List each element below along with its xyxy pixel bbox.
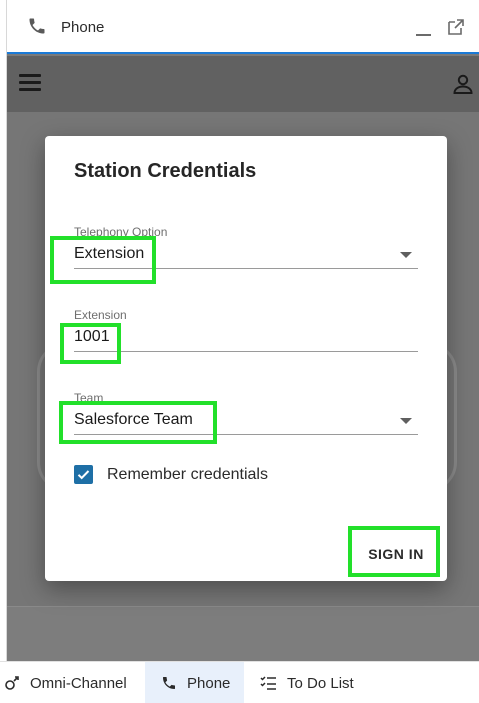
screen: Phone Station Credentials Telephony Opti…	[0, 0, 479, 703]
remember-credentials-checkbox[interactable]	[74, 465, 93, 484]
remember-credentials-row[interactable]: Remember credentials	[74, 465, 268, 484]
dropdown-caret-icon	[400, 418, 412, 424]
popout-icon[interactable]	[447, 18, 465, 36]
utility-item-to-do-list[interactable]: To Do List	[260, 662, 380, 703]
utility-item-omni-channel[interactable]: Omni-Channel	[0, 662, 144, 703]
phone-icon	[27, 16, 47, 36]
utility-item-phone[interactable]: Phone	[145, 662, 244, 703]
remember-credentials-label: Remember credentials	[107, 465, 268, 483]
team-field: Team Salesforce Team	[74, 391, 418, 435]
team-select[interactable]: Salesforce Team	[74, 405, 418, 435]
minimize-icon[interactable]	[415, 22, 433, 36]
omni-channel-icon	[5, 676, 19, 690]
utility-bar: Omni-Channel Phone To Do List	[0, 661, 479, 703]
extension-value: 1001	[74, 328, 110, 345]
hamburger-menu-icon[interactable]	[19, 73, 41, 93]
extension-label: Extension	[74, 308, 127, 322]
todo-list-icon	[260, 676, 276, 690]
panel-header: Phone	[7, 0, 479, 54]
app-bar	[7, 56, 479, 112]
telephony-option-select[interactable]: Extension	[74, 239, 418, 269]
utility-item-label: Phone	[187, 674, 231, 692]
telephony-option-label: Telephony Option	[74, 225, 168, 239]
sign-in-button[interactable]: SIGN IN	[357, 542, 435, 566]
utility-item-label: Omni-Channel	[30, 674, 127, 692]
extension-input[interactable]: 1001	[74, 322, 418, 352]
team-label: Team	[74, 391, 104, 405]
team-value: Salesforce Team	[74, 411, 193, 428]
panel-title: Phone	[61, 19, 105, 36]
telephony-option-field: Telephony Option Extension	[74, 225, 418, 269]
telephony-option-value: Extension	[74, 245, 145, 262]
dialog-title: Station Credentials	[74, 160, 257, 182]
extension-field: Extension 1001	[74, 308, 418, 352]
utility-item-label: To Do List	[287, 674, 354, 692]
app-footer	[7, 606, 479, 661]
station-credentials-dialog: Station Credentials Telephony Option Ext…	[45, 136, 447, 581]
phone-icon	[163, 677, 175, 689]
dropdown-caret-icon	[400, 252, 412, 258]
user-icon[interactable]	[451, 72, 475, 96]
